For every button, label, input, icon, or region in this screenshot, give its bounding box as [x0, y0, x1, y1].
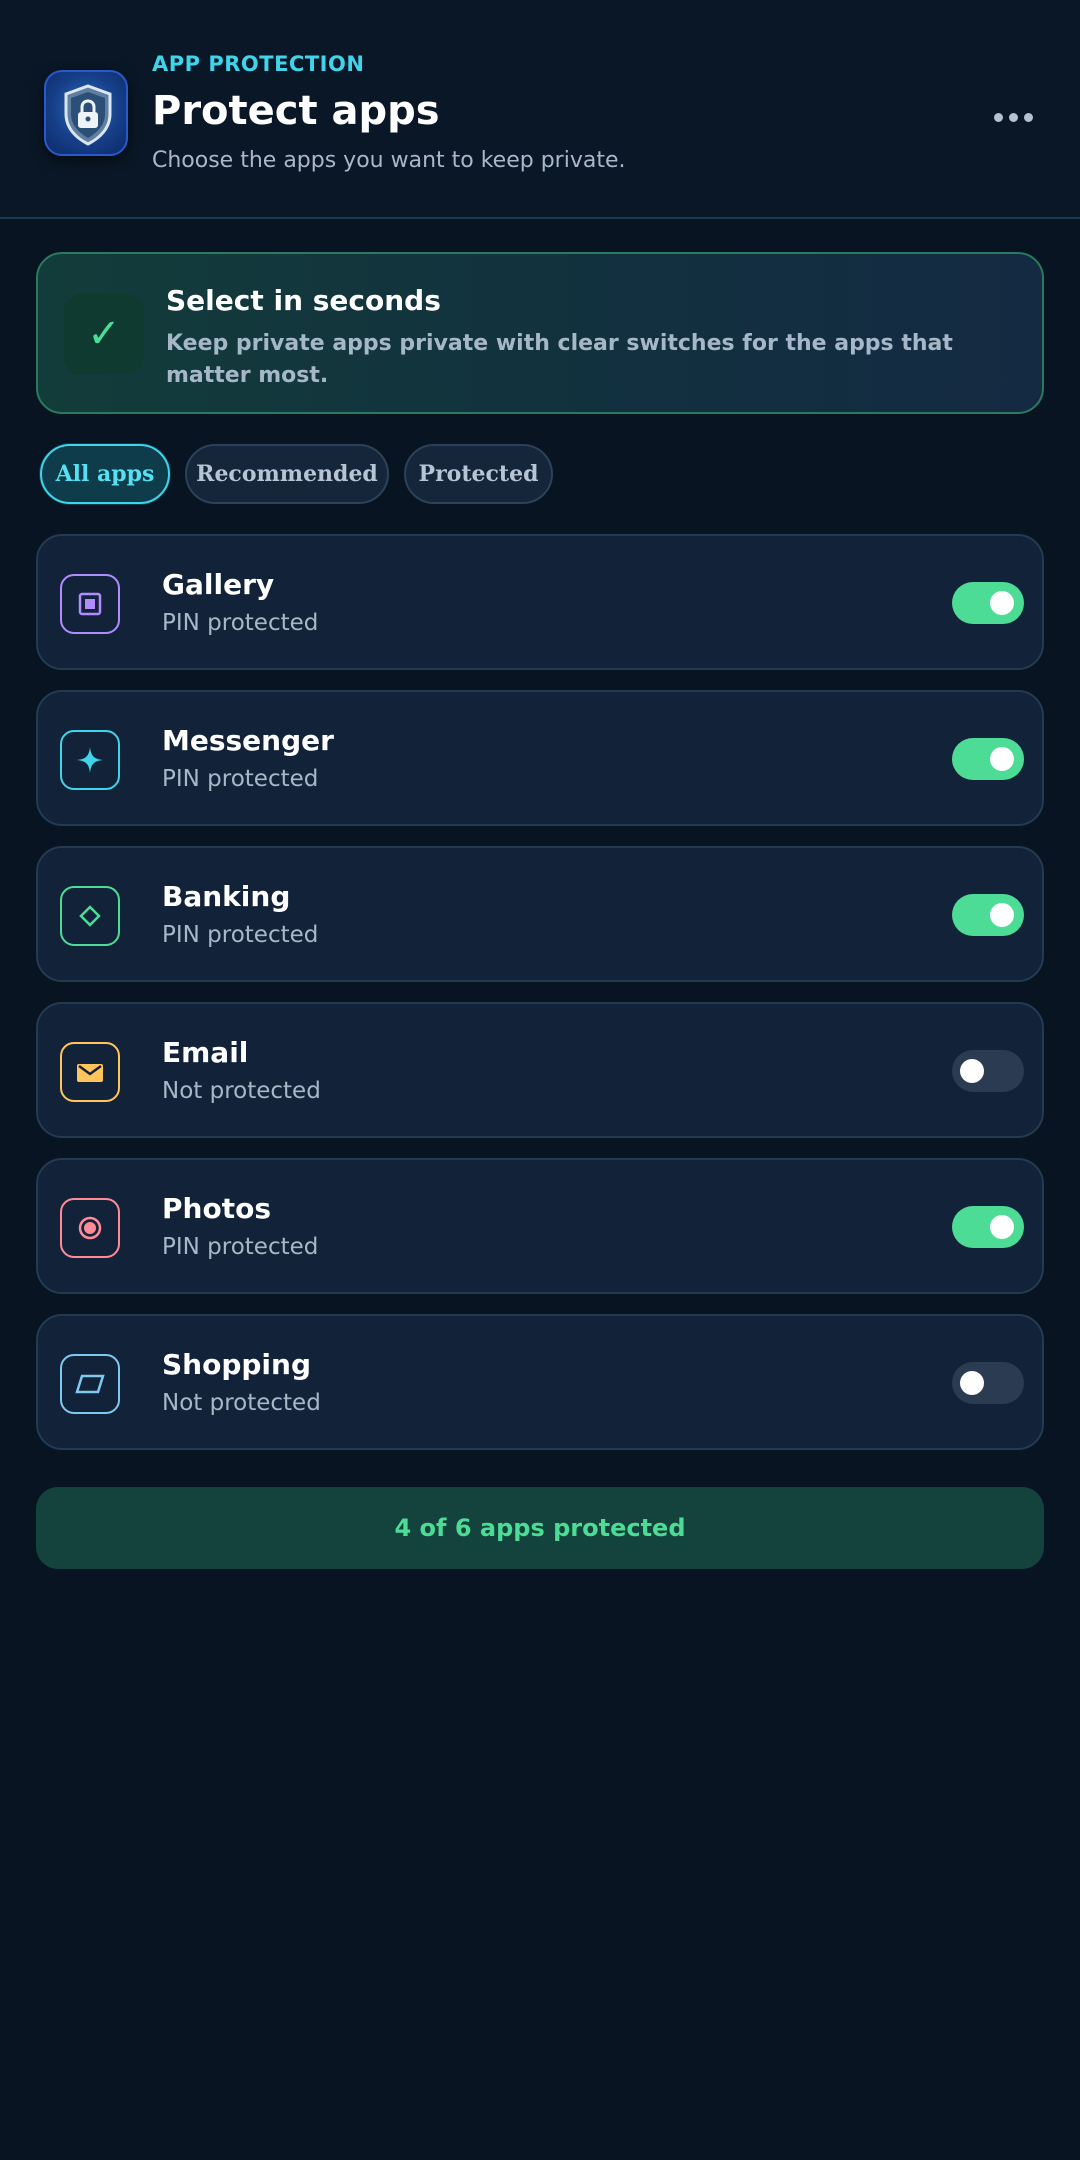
more-horizontal-icon	[1024, 113, 1033, 122]
app-status: PIN protected	[162, 610, 319, 636]
filter-chip-protected[interactable]: Protected	[404, 444, 553, 504]
app-row-email[interactable]: Email Not protected	[36, 1002, 1044, 1138]
sparkle-icon	[60, 730, 120, 790]
app-name: Email	[162, 1036, 249, 1069]
mail-icon	[60, 1042, 120, 1102]
toggle-knob	[990, 1215, 1014, 1239]
app-status: Not protected	[162, 1078, 321, 1104]
app-status: Not protected	[162, 1390, 321, 1416]
section-eyebrow: APP PROTECTION	[152, 52, 365, 76]
app-row-banking[interactable]: Banking PIN protected	[36, 846, 1044, 982]
info-banner: ✓ Select in seconds Keep private apps pr…	[36, 252, 1044, 414]
toggle-knob	[990, 747, 1014, 771]
protected-summary: 4 of 6 apps protected	[36, 1487, 1044, 1569]
more-options-button[interactable]	[994, 100, 1044, 134]
shield-lock-icon	[44, 70, 128, 156]
filter-chip-recommended[interactable]: Recommended	[185, 444, 389, 504]
toggle-knob	[960, 1371, 984, 1395]
diamond-icon	[60, 886, 120, 946]
record-icon	[60, 1198, 120, 1258]
app-row-messenger[interactable]: Messenger PIN protected	[36, 690, 1044, 826]
app-status: PIN protected	[162, 922, 319, 948]
app-row-gallery[interactable]: Gallery PIN protected	[36, 534, 1044, 670]
more-horizontal-icon	[1009, 113, 1018, 122]
protection-toggle-shopping[interactable]	[952, 1362, 1024, 1404]
toggle-knob	[990, 591, 1014, 615]
app-row-shopping[interactable]: Shopping Not protected	[36, 1314, 1044, 1450]
protection-toggle-messenger[interactable]	[952, 738, 1024, 780]
app-status: PIN protected	[162, 1234, 319, 1260]
app-header: APP PROTECTION Protect apps Choose the a…	[0, 0, 1080, 219]
app-name: Shopping	[162, 1348, 311, 1381]
protection-toggle-email[interactable]	[952, 1050, 1024, 1092]
check-icon: ✓	[64, 294, 144, 374]
page-subtitle: Choose the apps you want to keep private…	[152, 148, 626, 173]
protection-toggle-gallery[interactable]	[952, 582, 1024, 624]
app-name: Banking	[162, 880, 291, 913]
protection-toggle-photos[interactable]	[952, 1206, 1024, 1248]
tag-icon	[60, 1354, 120, 1414]
protection-toggle-banking[interactable]	[952, 894, 1024, 936]
toggle-knob	[960, 1059, 984, 1083]
banner-title: Select in seconds	[166, 284, 441, 317]
page-title: Protect apps	[152, 88, 440, 134]
more-horizontal-icon	[994, 113, 1003, 122]
app-status: PIN protected	[162, 766, 319, 792]
app-name: Gallery	[162, 568, 275, 601]
app-name: Messenger	[162, 724, 334, 757]
filter-chip-all-apps[interactable]: All apps	[40, 444, 170, 504]
banner-text: Keep private apps private with clear swi…	[166, 331, 953, 388]
app-row-photos[interactable]: Photos PIN protected	[36, 1158, 1044, 1294]
toggle-knob	[990, 903, 1014, 927]
gallery-icon	[60, 574, 120, 634]
app-name: Photos	[162, 1192, 271, 1225]
